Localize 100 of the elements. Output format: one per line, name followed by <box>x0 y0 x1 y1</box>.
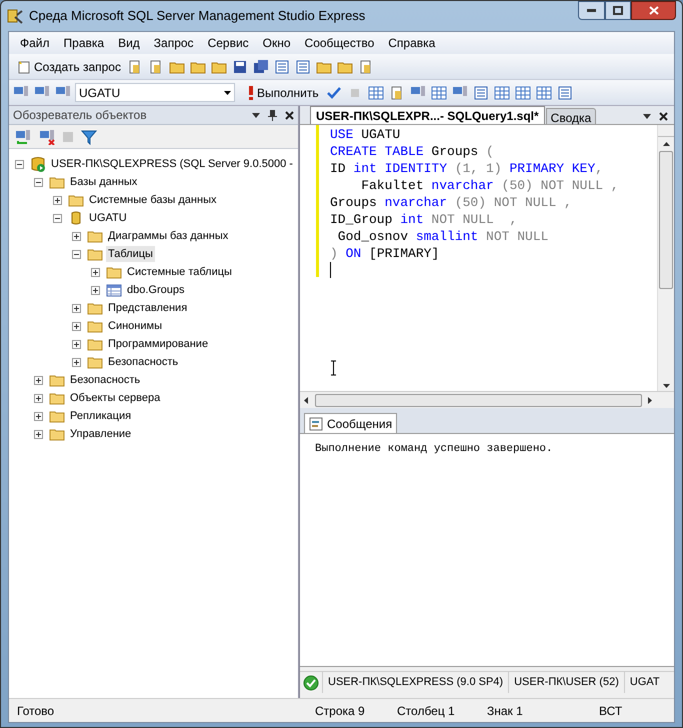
menu-item[interactable]: Сообщество <box>300 34 380 52</box>
expand-icon[interactable] <box>91 286 100 294</box>
scroll-down-icon[interactable] <box>662 384 670 389</box>
column-number: Столбец 1 <box>397 702 456 720</box>
list-icon[interactable] <box>274 58 290 74</box>
tree-item[interactable]: USER-ПК\SQLEXPRESS (SQL Server 9.0.5000 - <box>49 156 295 172</box>
exclamation-icon <box>248 86 254 100</box>
collapse-icon[interactable] <box>34 178 43 186</box>
code-line: CREATE TABLE Groups ( <box>330 143 495 160</box>
line-number: Строка 9 <box>315 702 366 720</box>
expand-icon[interactable] <box>34 412 43 420</box>
new-query-button[interactable]: Создать запрос <box>13 56 124 78</box>
save-icon[interactable] <box>232 58 248 74</box>
menu-item[interactable]: Вид <box>113 34 145 52</box>
grid-icon[interactable] <box>494 84 510 100</box>
tree-item[interactable]: UGATU <box>87 210 129 226</box>
tree-item[interactable]: Системные таблицы <box>125 264 234 280</box>
tree-item[interactable]: Безопасность <box>106 354 180 370</box>
panel-title: Обозреватель объектов <box>13 107 147 124</box>
dropdown-caret-icon[interactable] <box>252 112 260 118</box>
expand-icon[interactable] <box>53 196 62 204</box>
expand-icon[interactable] <box>72 358 81 366</box>
table-icon <box>106 282 122 298</box>
scroll-right-icon[interactable] <box>648 396 653 404</box>
messages-tab[interactable]: Сообщения <box>304 413 398 433</box>
message-icon <box>309 416 323 430</box>
new-query-icon <box>16 58 32 74</box>
maximize-icon <box>613 6 623 15</box>
menu-item[interactable]: Правка <box>58 34 110 52</box>
grid-icon[interactable] <box>536 84 552 100</box>
tree-item[interactable]: Базы данных <box>68 174 140 190</box>
success-icon <box>303 674 319 690</box>
save-all-icon[interactable] <box>252 58 269 74</box>
tree-item[interactable]: Системные базы данных <box>87 192 218 208</box>
close-icon <box>648 6 658 15</box>
expand-icon[interactable] <box>91 268 100 276</box>
minimize-icon <box>587 9 596 12</box>
code-line: Fakultet nvarchar (50) NOT NULL , <box>360 177 619 194</box>
insert-mode: ВСТ <box>599 702 622 720</box>
code-line: God_osnov smallint NOT NULL <box>336 228 550 245</box>
tree-item[interactable]: Диаграммы баз данных <box>106 228 230 244</box>
grid-icon[interactable] <box>514 84 531 100</box>
server-icon <box>30 156 46 172</box>
filter-icon[interactable] <box>81 128 97 144</box>
expand-icon[interactable] <box>72 304 81 312</box>
code-line: Groups nvarchar (50) NOT NULL , <box>330 194 573 211</box>
grid-icon[interactable] <box>368 84 384 100</box>
collapse-icon[interactable] <box>72 250 81 258</box>
connection-info: USER-ПК\USER (52) <box>508 672 624 693</box>
menu-item[interactable]: Окно <box>258 34 296 52</box>
tree-item[interactable]: Представления <box>106 300 190 316</box>
close-icon[interactable] <box>285 110 294 120</box>
expand-icon[interactable] <box>34 394 43 402</box>
pin-icon[interactable] <box>268 110 277 120</box>
list-icon[interactable] <box>472 84 489 100</box>
menu-item[interactable]: Сервис <box>202 34 254 52</box>
tree-item[interactable]: Объекты сервера <box>68 390 162 406</box>
dropdown-caret-icon[interactable] <box>643 114 651 119</box>
expand-icon[interactable] <box>72 340 81 348</box>
vertical-scrollbar[interactable] <box>657 125 674 391</box>
expand-icon[interactable] <box>34 430 43 438</box>
close-button[interactable] <box>631 1 676 20</box>
tree-item[interactable]: Управление <box>68 426 134 442</box>
editor-tab[interactable]: USER-ПК\SQLEXPR...- SQLQuery1.sql* <box>310 106 545 124</box>
list-icon[interactable] <box>556 84 573 100</box>
tree-item[interactable]: Безопасность <box>68 372 142 388</box>
menu-item[interactable]: Запрос <box>148 34 199 52</box>
tree-item[interactable]: dbo.Groups <box>125 282 186 298</box>
result-message: Выполнение команд успешно завершено. <box>315 443 553 455</box>
close-icon[interactable] <box>659 112 668 121</box>
menu-item[interactable]: Файл <box>15 34 55 52</box>
tree-item[interactable]: Программирование <box>106 336 210 352</box>
app-icon <box>7 8 23 24</box>
disconnect-icon[interactable] <box>39 128 55 144</box>
code-line: USE UGATU <box>330 126 402 143</box>
database-dropdown[interactable]: UGATU <box>75 83 235 102</box>
status-text: Готово <box>16 702 56 720</box>
tree-item[interactable]: Таблицы <box>106 246 155 262</box>
window-title: Среда Microsoft SQL Server Management Studio Express <box>29 7 366 26</box>
check-icon[interactable] <box>326 84 342 100</box>
connection-info: USER-ПК\SQLEXPRESS (9.0 SP4) <box>322 672 508 693</box>
connect-icon[interactable] <box>15 128 31 144</box>
editor-tab[interactable]: Сводка <box>546 108 596 124</box>
collapse-icon[interactable] <box>15 160 24 168</box>
menu-item[interactable]: Справка <box>383 34 440 52</box>
code-line: ID_Group int NOT NULL , <box>330 211 518 228</box>
code-line: ) ON [PRIMARY] <box>330 245 440 262</box>
maximize-button[interactable] <box>605 1 631 20</box>
minimize-button[interactable] <box>578 1 605 20</box>
expand-icon[interactable] <box>34 376 43 384</box>
collapse-icon[interactable] <box>53 214 62 222</box>
execute-button[interactable]: Выполнить <box>245 82 322 104</box>
expand-icon[interactable] <box>72 232 81 240</box>
tree-item[interactable]: Репликация <box>68 408 134 424</box>
code-line: ID int IDENTITY (1, 1) PRIMARY KEY, <box>330 160 604 177</box>
scroll-left-icon[interactable] <box>304 396 309 404</box>
expand-icon[interactable] <box>72 322 81 330</box>
tree-item[interactable]: Синонимы <box>106 318 164 334</box>
list-icon[interactable] <box>294 58 311 74</box>
grid-icon[interactable] <box>430 84 447 100</box>
